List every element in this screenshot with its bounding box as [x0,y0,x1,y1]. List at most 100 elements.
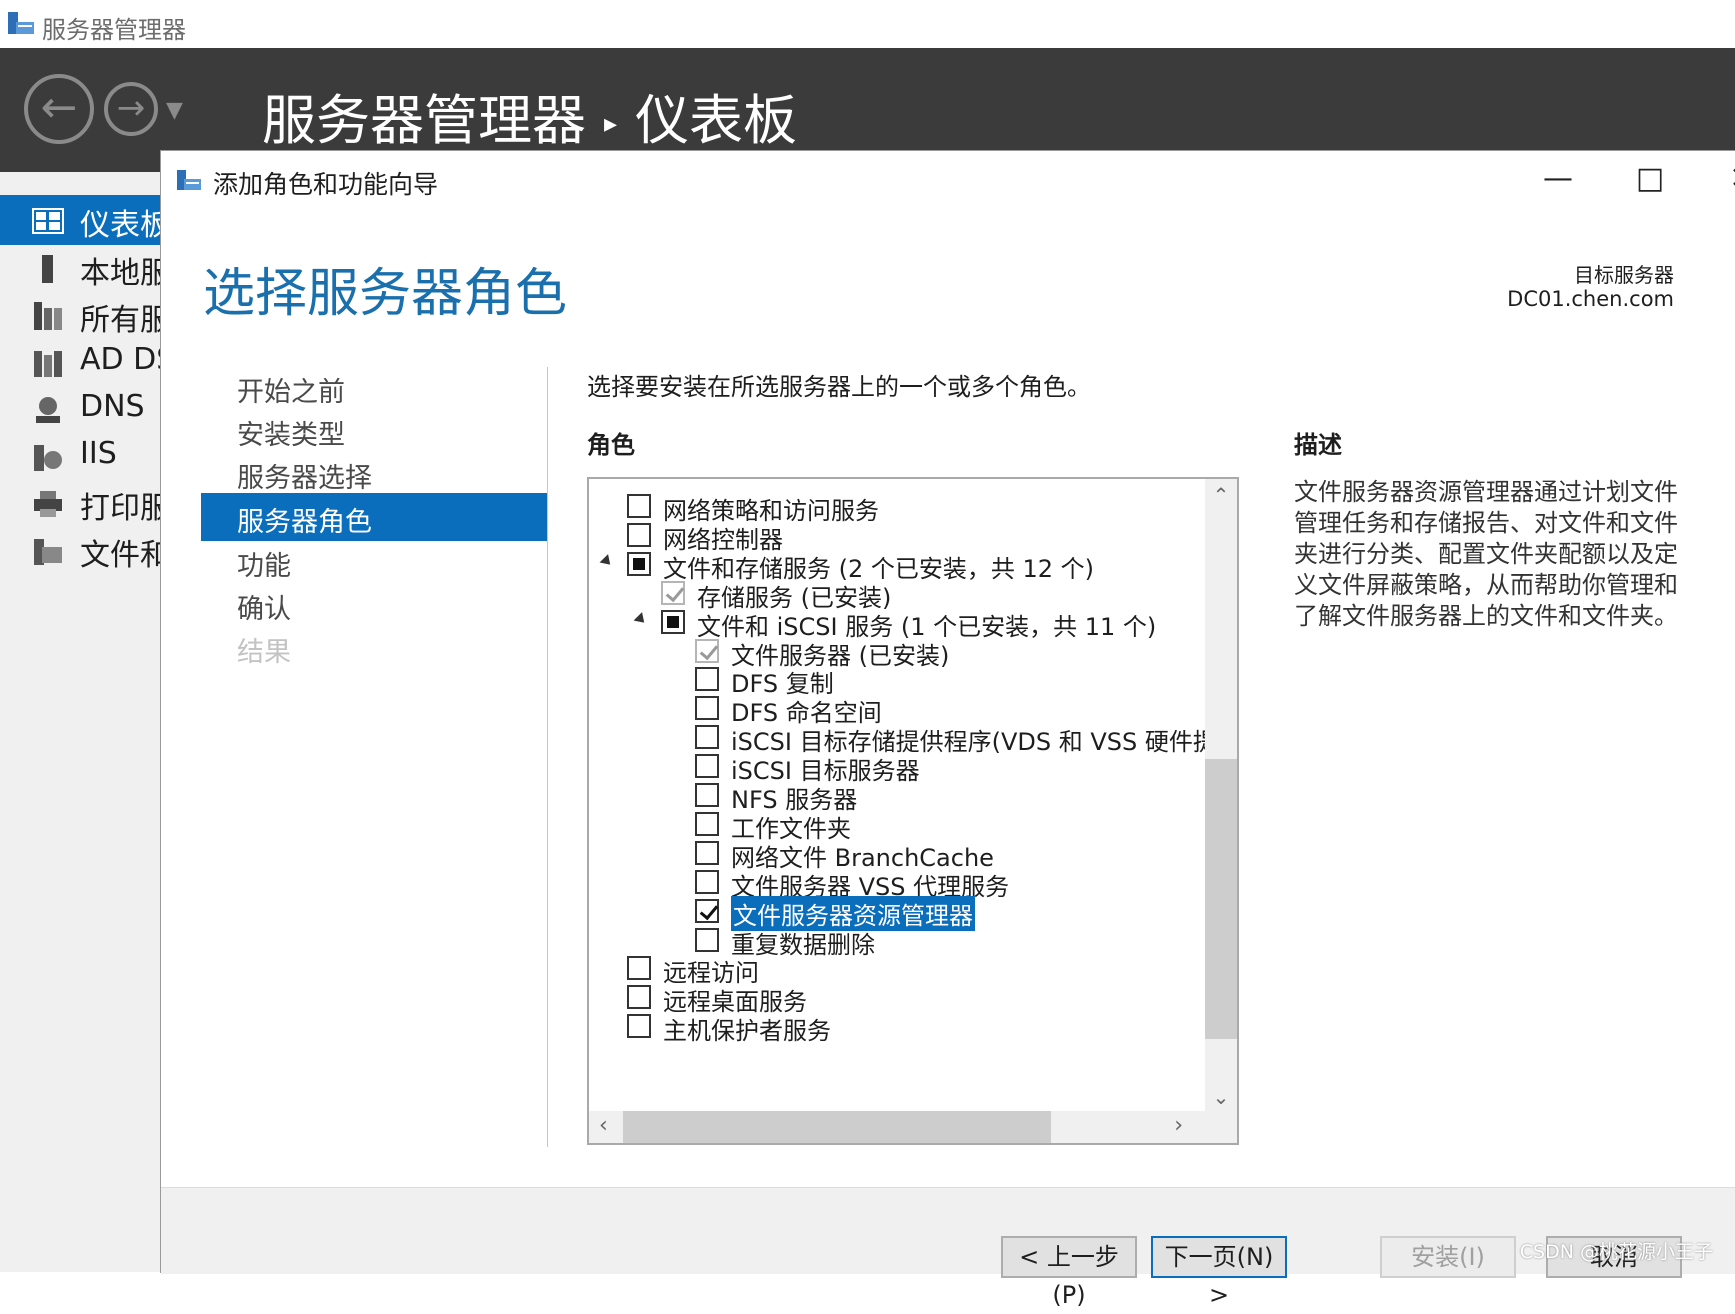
sidebar-item-label: 所有服务器 [80,303,162,338]
sidebar-item-label: IIS [80,436,117,471]
scroll-left-icon[interactable]: ‹ [599,1113,608,1138]
sidebar-item-print[interactable]: 打印服务 [0,478,162,528]
role-checkbox[interactable] [627,551,651,576]
role-checkbox [661,580,685,605]
sidebar-item-file-storage[interactable]: 文件和存储服务 [0,525,162,575]
roles-heading: 角色 [587,431,635,459]
roles-tree[interactable]: 网络策略和访问服务 网络控制器 文件和存储服务 (2 个已安装，共 12 个) 存储服… [587,477,1239,1145]
role-item[interactable]: iSCSI 目标服务器 [589,751,1209,785]
sidebar-item-iis[interactable]: IIS [0,431,162,481]
sidebar-item-dashboard[interactable]: 仪表板 [0,195,162,245]
role-item[interactable]: 远程桌面服务 [589,982,1209,1016]
server-manager-icon [8,12,34,34]
step-before-you-begin[interactable]: 开始之前 [201,363,547,411]
ad-ds-icon [34,351,62,377]
server-manager-titlebar: 服务器管理器 [0,0,1735,49]
role-checkbox[interactable] [695,725,719,750]
page-title: 选择服务器角色 [203,264,568,324]
role-checkbox [695,638,719,663]
role-checkbox[interactable] [695,783,719,807]
role-label: 主机保护者服务 [663,1017,831,1046]
wizard-app-icon [177,170,201,190]
expander-icon[interactable] [633,611,649,627]
step-results: 结果 [237,637,291,668]
printer-icon [34,491,62,517]
role-item[interactable]: 存储服务 (已安装) [589,578,1209,612]
role-checkbox[interactable] [695,898,719,923]
description-text: 文件服务器资源管理器通过计划文件管理任务和存储报告、对文件和文件夹进行分类、配置… [1294,478,1678,630]
scroll-up-icon[interactable]: ⌃ [1205,483,1237,507]
role-item[interactable]: 文件服务器 VSS 代理服务 [589,867,1209,901]
role-item[interactable]: DFS 复制 [589,664,1209,698]
step-installation-type[interactable]: 安装类型 [201,406,547,454]
description-heading: 描述 [1294,431,1342,459]
role-checkbox[interactable] [695,811,719,836]
role-checkbox[interactable] [695,869,719,894]
sidebar-item-local-server[interactable]: 本地服务器 [0,243,162,293]
role-checkbox[interactable] [627,494,651,518]
role-item[interactable]: 网络控制器 [589,520,1209,554]
step-confirmation[interactable]: 确认 [201,580,547,628]
steps-divider [547,367,548,1147]
role-checkbox[interactable] [627,522,651,547]
sidebar-item-label: 本地服务器 [80,256,162,291]
role-checkbox[interactable] [695,927,719,952]
target-server-value: DC01.chen.com [1507,287,1674,311]
scroll-down-icon[interactable]: ⌄ [1205,1085,1237,1109]
role-item[interactable]: 网络策略和访问服务 [589,491,1209,525]
role-checkbox[interactable] [695,840,719,865]
role-item[interactable]: 文件和 iSCSI 服务 (1 个已安装，共 11 个) [589,607,1209,641]
wizard-title: 添加角色和功能向导 [213,170,439,199]
step-server-selection[interactable]: 服务器选择 [201,449,547,497]
sidebar-item-label: AD DS [80,342,162,377]
role-checkbox[interactable] [695,667,719,692]
role-item[interactable]: DFS 命名空间 [589,693,1209,727]
role-item[interactable]: NFS 服务器 [589,780,1209,814]
role-item[interactable]: 文件和存储服务 (2 个已安装，共 12 个) [589,549,1209,583]
scroll-corner [1205,1111,1237,1143]
target-server-label: 目标服务器 [1574,263,1674,287]
vertical-scroll-thumb[interactable] [1205,759,1237,1039]
instruction-text: 选择要安装在所选服务器上的一个或多个角色。 [587,373,1091,401]
role-checkbox[interactable] [661,609,685,634]
breadcrumb-root[interactable]: 服务器管理器 [262,89,586,152]
sidebar-item-label: DNS [80,389,145,424]
horizontal-scrollbar[interactable]: ‹ › [589,1111,1207,1143]
scroll-right-icon[interactable]: › [1174,1113,1183,1138]
role-checkbox[interactable] [627,1014,651,1039]
close-icon[interactable]: ✕ [1712,159,1735,199]
role-item[interactable]: 工作文件夹 [589,809,1209,843]
history-dropdown-icon[interactable]: ▼ [166,98,183,123]
horizontal-scroll-thumb[interactable] [623,1111,1051,1143]
back-button[interactable]: ← [24,74,94,144]
role-checkbox[interactable] [627,956,651,981]
step-features[interactable]: 功能 [201,537,547,585]
breadcrumb: 服务器管理器 ▸ 仪表板 [262,76,797,155]
expander-icon[interactable] [599,553,615,569]
role-item[interactable]: 远程访问 [589,953,1209,987]
iis-icon [34,445,62,471]
role-item[interactable]: iSCSI 目标存储提供程序(VDS 和 VSS 硬件提 [589,722,1217,756]
maximize-icon[interactable]: □ [1620,159,1680,199]
role-item[interactable]: 文件服务器资源管理器 [589,895,1209,931]
role-item[interactable]: 文件服务器 (已安装) [589,636,1209,670]
sidebar-item-ad-ds[interactable]: AD DS [0,337,162,387]
forward-button[interactable]: → [104,82,158,136]
sidebar-item-dns[interactable]: DNS [0,384,162,434]
wizard-titlebar: 添加角色和功能向导 — □ ✕ [161,151,1735,209]
role-checkbox[interactable] [627,985,651,1010]
sidebar-item-label: 仪表板 [80,208,162,243]
sidebar-item-all-servers[interactable]: 所有服务器 [0,290,162,340]
role-item[interactable]: 网络文件 BranchCache [589,838,1209,872]
role-item[interactable]: 主机保护者服务 [589,1011,1209,1046]
breadcrumb-current: 仪表板 [635,89,798,152]
role-checkbox[interactable] [695,696,719,721]
role-item[interactable]: 重复数据删除 [589,925,1209,959]
minimize-icon[interactable]: — [1528,159,1588,199]
step-server-roles[interactable]: 服务器角色 [201,493,547,541]
sidebar-item-label: 打印服务 [80,491,162,526]
role-checkbox[interactable] [695,754,719,779]
sidebar-item-label: 文件和存储服务 [80,538,162,573]
watermark: CSDN @桃花源小王子 [1519,1241,1713,1263]
vertical-scrollbar[interactable]: ⌃ ⌄ [1205,479,1237,1113]
